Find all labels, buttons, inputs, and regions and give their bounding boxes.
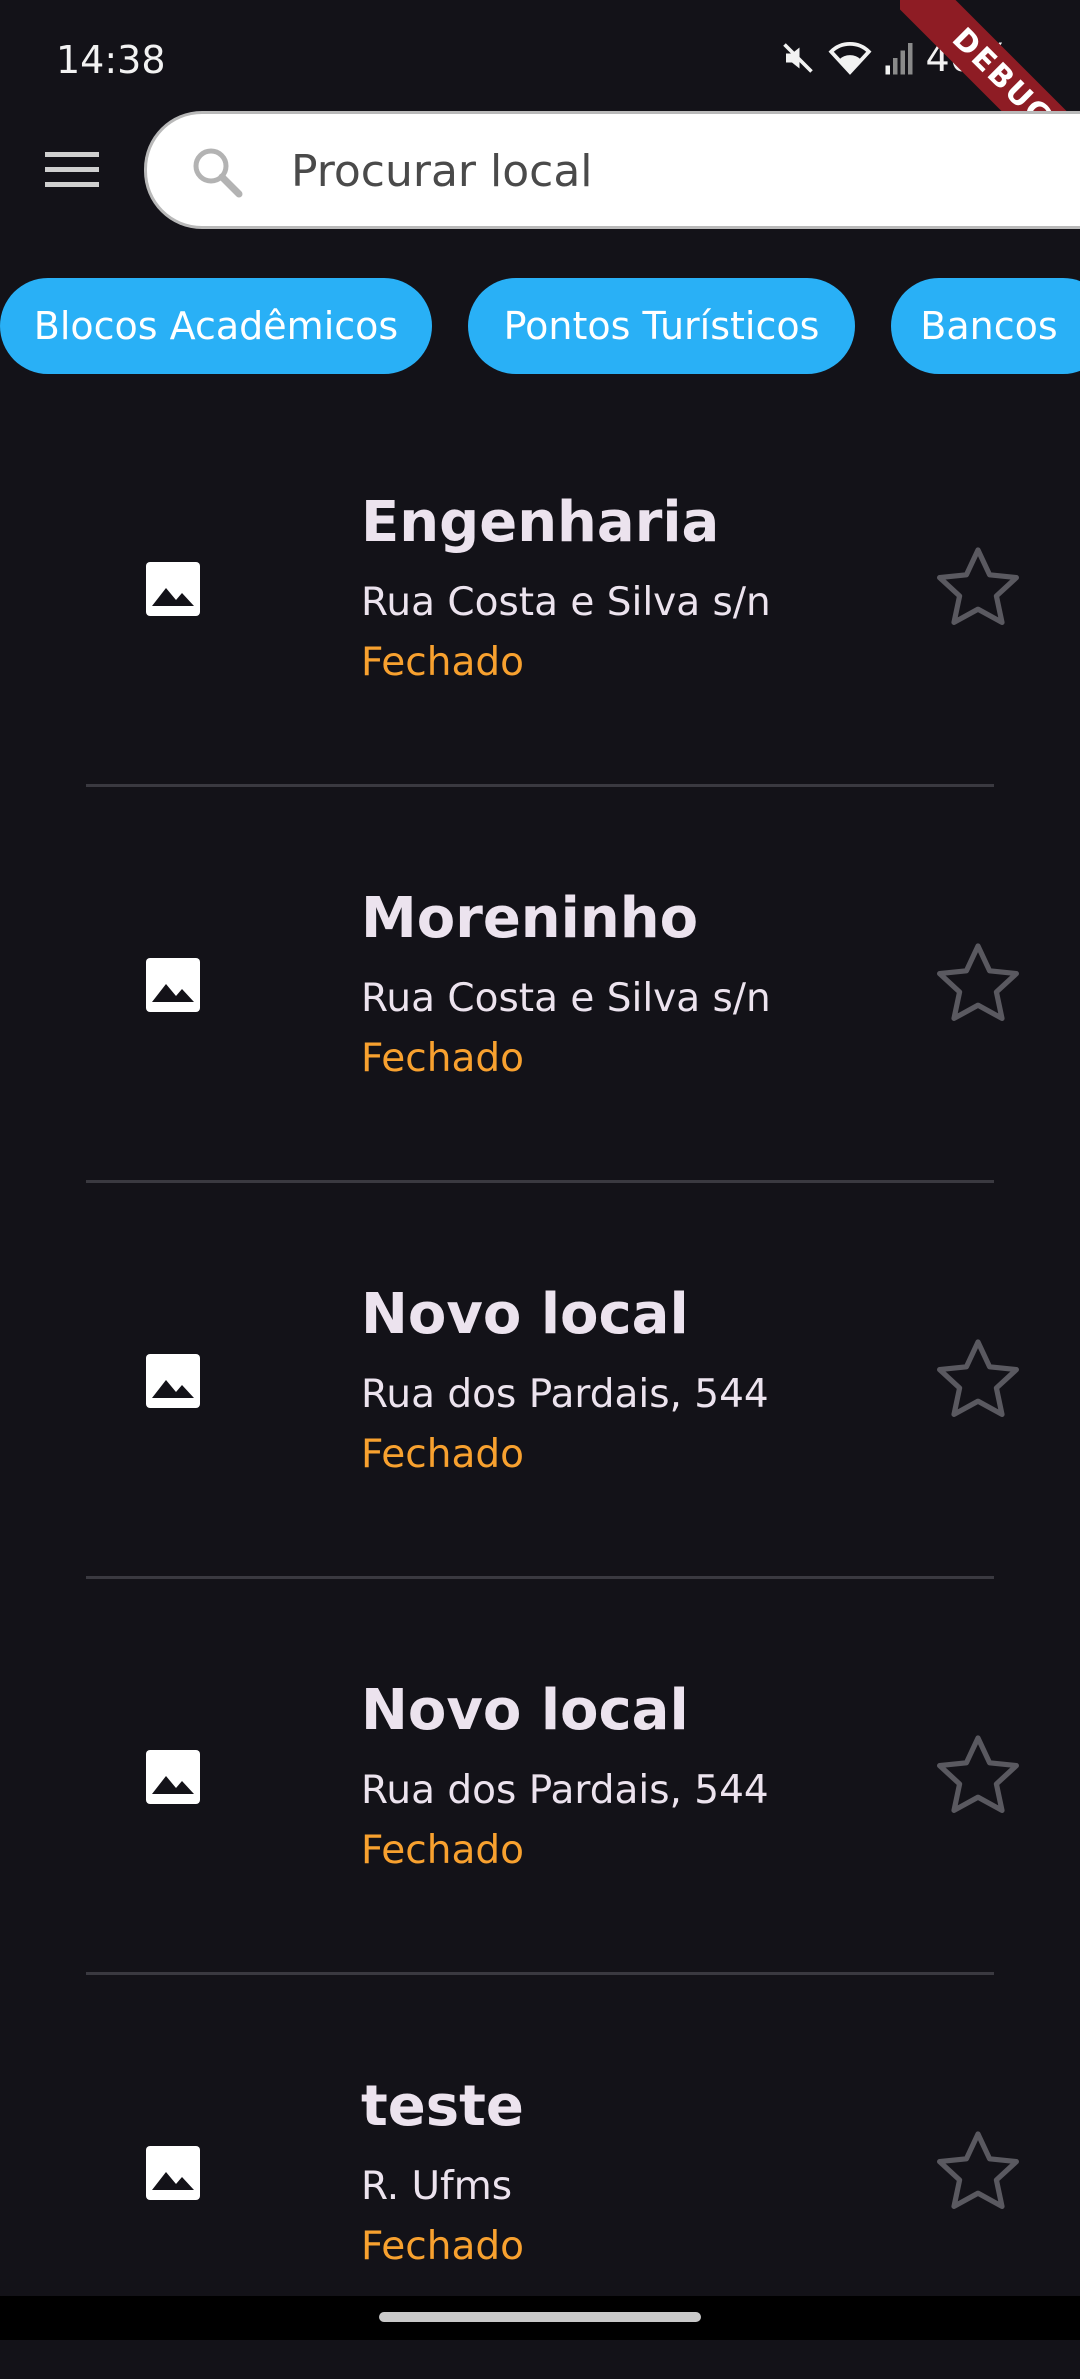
place-status: Fechado [361, 640, 524, 685]
list-item[interactable]: Novo local Rua dos Pardais, 544 Fechado [0, 1588, 1080, 1983]
status-time: 14:38 [56, 38, 166, 82]
place-status: Fechado [361, 1036, 524, 1081]
place-address: R. Ufms [361, 2164, 513, 2209]
search-bar[interactable] [144, 111, 1080, 229]
star-icon[interactable] [930, 2124, 1026, 2220]
status-bar: 14:38 46% [0, 0, 1080, 110]
star-icon[interactable] [930, 540, 1026, 636]
signal-icon [884, 40, 914, 76]
hamburger-menu-icon [43, 149, 101, 195]
star-icon[interactable] [930, 1728, 1026, 1824]
chip-blocos-academicos[interactable]: Blocos Acadêmicos [0, 278, 432, 374]
chip-bancos[interactable]: Bancos [891, 278, 1080, 374]
image-placeholder-icon [144, 1748, 202, 1806]
home-indicator[interactable] [379, 2312, 701, 2322]
menu-button[interactable] [36, 136, 108, 208]
list-item[interactable]: Moreninho Rua Costa e Silva s/n Fechado [0, 796, 1080, 1191]
place-name: teste [361, 2074, 524, 2139]
place-address: Rua dos Pardais, 544 [361, 1372, 769, 1417]
mute-icon [780, 40, 816, 76]
divider [86, 1576, 994, 1579]
search-input[interactable] [289, 114, 1053, 228]
place-name: Novo local [361, 1282, 689, 1347]
place-status: Fechado [361, 1432, 524, 1477]
search-icon [189, 144, 245, 204]
divider [86, 1972, 994, 1975]
place-address: Rua Costa e Silva s/n [361, 580, 771, 625]
place-status: Fechado [361, 2224, 524, 2269]
star-icon[interactable] [930, 936, 1026, 1032]
place-name: Moreninho [361, 886, 699, 951]
place-address: Rua dos Pardais, 544 [361, 1768, 769, 1813]
image-placeholder-icon [144, 1352, 202, 1410]
list-item[interactable]: Engenharia Rua Costa e Silva s/n Fechado [0, 400, 1080, 795]
list-item[interactable]: Novo local Rua dos Pardais, 544 Fechado [0, 1192, 1080, 1587]
battery-level: 46% [925, 36, 1010, 80]
place-address: Rua Costa e Silva s/n [361, 976, 771, 1021]
divider [86, 1180, 994, 1183]
category-chips: Blocos Acadêmicos Pontos Turísticos Banc… [0, 278, 1080, 374]
wifi-icon [828, 40, 872, 76]
image-placeholder-icon [144, 2144, 202, 2202]
divider [86, 784, 994, 787]
star-icon[interactable] [930, 1332, 1026, 1428]
place-name: Novo local [361, 1678, 689, 1743]
chip-pontos-turisticos[interactable]: Pontos Turísticos [468, 278, 855, 374]
image-placeholder-icon [144, 956, 202, 1014]
status-icons: 46% [780, 36, 1010, 80]
place-status: Fechado [361, 1828, 524, 1873]
place-name: Engenharia [361, 490, 720, 555]
image-placeholder-icon [144, 560, 202, 618]
